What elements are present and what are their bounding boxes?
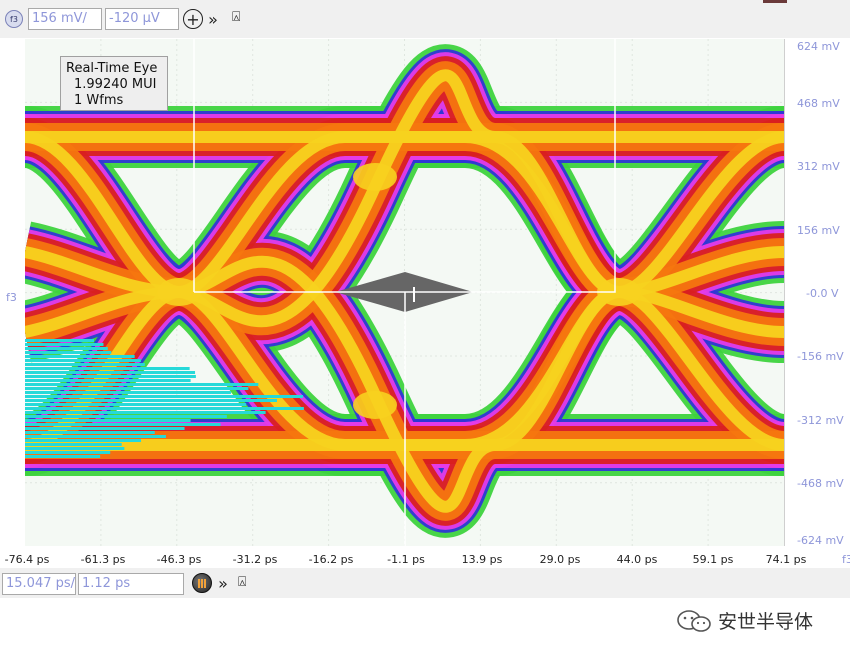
plus-circle-icon[interactable]: + <box>183 9 203 29</box>
left-function-marker[interactable]: f3 <box>6 291 17 304</box>
y-tick-label: -468 mV <box>797 477 844 490</box>
jitter-histogram-bar <box>25 443 122 446</box>
wechat-icon <box>677 609 711 632</box>
jitter-histogram-bar <box>25 375 196 378</box>
jitter-histogram-bar <box>25 351 112 354</box>
double-chevron-right-icon[interactable]: » <box>205 8 221 30</box>
y-tick-label: -312 mV <box>797 414 844 427</box>
x-tick-label: 44.0 ps <box>616 553 658 566</box>
jitter-histogram-bar <box>25 347 108 350</box>
jitter-histogram-bar <box>25 415 227 418</box>
x-tick-label: 59.1 ps <box>692 553 734 566</box>
jitter-histogram-bar <box>25 447 125 450</box>
right-function-marker: f3 <box>842 553 850 566</box>
run-stop-icon[interactable] <box>192 573 212 593</box>
eye-diagram-plot[interactable] <box>25 39 784 546</box>
jitter-histogram-bar <box>25 411 266 414</box>
watermark: 安世半导体 <box>676 607 813 634</box>
x-tick-label: -16.2 ps <box>308 553 354 566</box>
jitter-histogram-bar <box>25 359 141 362</box>
y-tick-label: -624 mV <box>797 534 844 547</box>
jitter-histogram-bar <box>25 407 304 410</box>
jitter-histogram-bar <box>25 371 196 374</box>
watermark-text: 安世半导体 <box>718 611 814 633</box>
y-tick-label: -0.0 V <box>806 287 839 300</box>
y-tick-label: 468 mV <box>797 97 840 110</box>
timebase-scale-field[interactable]: 15.047 ps/ <box>2 573 76 595</box>
jitter-histogram-bar <box>25 435 166 438</box>
y-tick-label: -156 mV <box>797 350 844 363</box>
jitter-histogram-bar <box>25 391 231 394</box>
y-tick-label: 312 mV <box>797 160 840 173</box>
legend-waveform-count: 1 Wfms <box>74 93 124 108</box>
eye-diagram-canvas <box>25 39 784 546</box>
x-tick-label: -76.4 ps <box>4 553 50 566</box>
x-tick-label: -46.3 ps <box>156 553 202 566</box>
double-chevron-right-icon[interactable]: » <box>215 572 231 594</box>
jitter-histogram-bar <box>25 427 185 430</box>
measurement-legend[interactable]: Real-Time Eye 1.99240 MUI 1 Wfms <box>60 56 168 111</box>
jitter-histogram-bar <box>25 399 277 402</box>
eye-crossing <box>353 163 397 191</box>
jitter-histogram-bar <box>25 367 190 370</box>
jitter-histogram-bar <box>25 395 304 398</box>
jitter-histogram-bar <box>25 451 111 454</box>
x-tick-label: -1.1 ps <box>387 553 425 566</box>
jitter-histogram-bar <box>25 403 247 406</box>
timebase-delay-field[interactable]: 1.12 ps <box>78 573 184 595</box>
y-tick-label: 624 mV <box>797 40 840 53</box>
jitter-histogram-bar <box>25 419 191 422</box>
eye-crossing <box>353 391 397 419</box>
jitter-histogram-bar <box>25 383 259 386</box>
x-tick-label: 74.1 ps <box>765 553 807 566</box>
jitter-histogram-bar <box>25 355 135 358</box>
function-badge[interactable]: f3 <box>5 10 23 28</box>
x-tick-label: 13.9 ps <box>461 553 503 566</box>
y-tick-label: 156 mV <box>797 224 840 237</box>
pin-icon[interactable]: ⍓ <box>232 9 240 25</box>
pin-icon[interactable]: ⍓ <box>238 574 246 590</box>
x-tick-label: 29.0 ps <box>539 553 581 566</box>
jitter-histogram-bar <box>25 343 104 346</box>
legend-ui-count: 1.99240 MUI <box>74 77 157 92</box>
jitter-histogram-bar <box>25 363 145 366</box>
vertical-offset-field[interactable]: -120 µV <box>105 8 179 30</box>
legend-title: Real-Time Eye <box>66 61 158 76</box>
jitter-histogram-bar <box>25 439 141 442</box>
window-corner-mark <box>763 0 787 3</box>
jitter-histogram-bar <box>25 455 101 458</box>
jitter-histogram-bar <box>25 379 191 382</box>
vertical-scale-field[interactable]: 156 mV/ <box>28 8 102 30</box>
jitter-histogram-bar <box>25 431 155 434</box>
jitter-histogram-bar <box>25 387 249 390</box>
jitter-histogram-bar <box>25 423 221 426</box>
jitter-histogram-bar <box>25 339 94 342</box>
x-tick-label: -61.3 ps <box>80 553 126 566</box>
x-tick-label: -31.2 ps <box>232 553 278 566</box>
